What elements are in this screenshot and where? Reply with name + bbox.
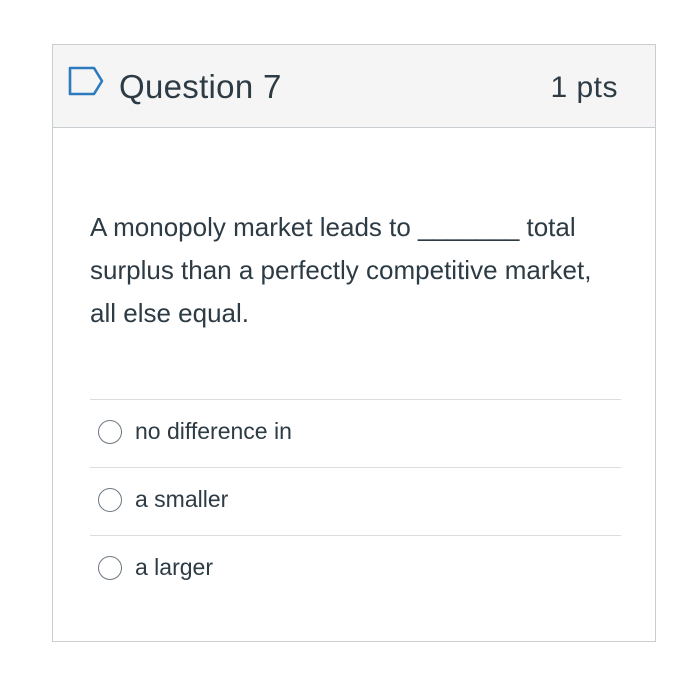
answer-option[interactable]: a smaller [90, 467, 621, 535]
answer-option[interactable]: no difference in [90, 399, 621, 467]
radio-button[interactable] [98, 488, 122, 512]
answer-label[interactable]: a larger [135, 552, 213, 582]
question-header: Question 7 1 pts [53, 45, 655, 128]
radio-button[interactable] [98, 420, 122, 444]
radio-button[interactable] [98, 556, 122, 580]
answer-label[interactable]: a smaller [135, 484, 228, 514]
answer-label[interactable]: no difference in [135, 416, 292, 446]
question-points: 1 pts [550, 71, 618, 104]
question-title: Question 7 [119, 68, 282, 105]
answer-list: no difference in a smaller a larger [90, 399, 621, 603]
flag-outline-icon[interactable] [68, 66, 104, 96]
question-card: Question 7 1 pts A monopoly market leads… [52, 44, 656, 642]
question-text: A monopoly market leads to _______ total… [90, 212, 592, 328]
answer-option[interactable]: a larger [90, 535, 621, 603]
